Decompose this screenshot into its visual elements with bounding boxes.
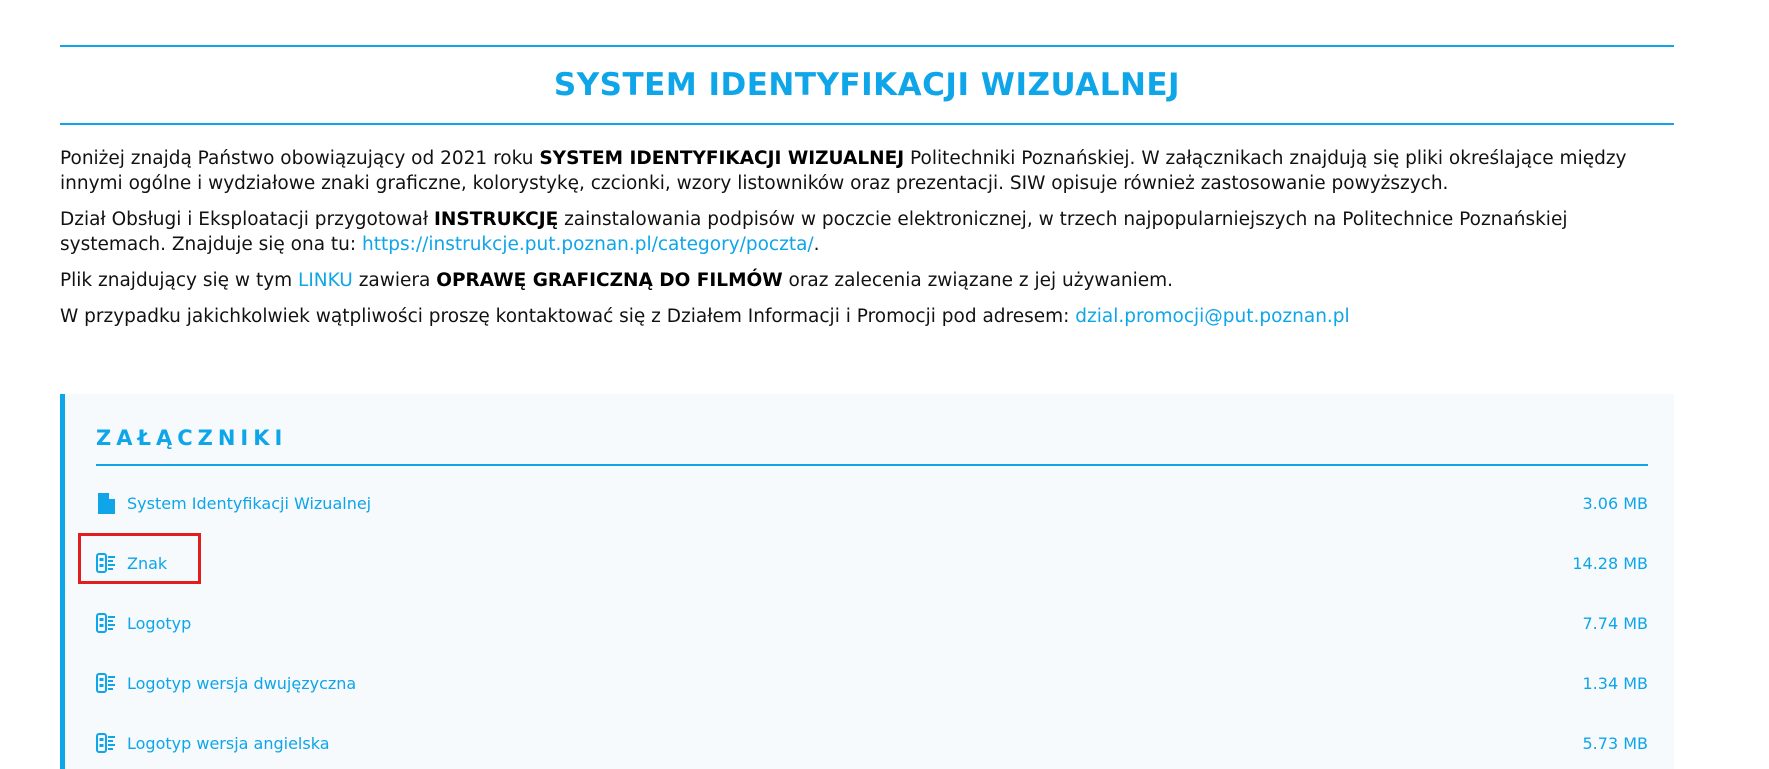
intro-p3-bold: OPRAWĘ GRAFICZNĄ DO FILMÓW xyxy=(436,270,783,291)
attachment-left: Logotyp xyxy=(96,612,191,634)
intro-p3-text-middle: zawiera xyxy=(352,270,437,291)
intro-p4-text: W przypadku jakichkolwiek wątpliwości pr… xyxy=(60,306,1076,327)
attachment-size: 1.34 MB xyxy=(1582,673,1649,693)
archive-icon xyxy=(96,732,116,754)
intro-paragraph-1: Poniżej znajdą Państwo obowiązujący od 2… xyxy=(60,146,1674,196)
attachments-divider xyxy=(96,464,1648,466)
page-title: SYSTEM IDENTYFIKACJI WIZUALNEJ xyxy=(553,67,1181,103)
attachment-link-logotyp-angielska[interactable]: Logotyp wersja angielska xyxy=(127,734,330,753)
attachment-row-logotyp-angielska[interactable]: Logotyp wersja angielska 5.73 MB xyxy=(96,728,1648,758)
intro-p2-text-end: . xyxy=(813,234,820,255)
file-icon xyxy=(96,492,116,514)
attachment-size: 14.28 MB xyxy=(1572,553,1648,573)
intro-p1-bold: SYSTEM IDENTYFIKACJI WIZUALNEJ xyxy=(539,148,905,169)
attachment-left: Logotyp wersja angielska xyxy=(96,732,330,754)
attachments-heading: ZAŁĄCZNIKI xyxy=(96,426,288,450)
instructions-link[interactable]: https://instrukcje.put.poznan.pl/categor… xyxy=(362,234,814,255)
attachment-row-znak[interactable]: Znak 14.28 MB xyxy=(96,548,1648,578)
intro-p1-text: Poniżej znajdą Państwo obowiązujący od 2… xyxy=(60,148,540,169)
intro-paragraph-2: Dział Obsługi i Eksploatacji przygotował… xyxy=(60,207,1674,257)
archive-icon xyxy=(96,672,116,694)
attachment-left: System Identyfikacji Wizualnej xyxy=(96,492,371,514)
attachment-size: 3.06 MB xyxy=(1582,493,1649,513)
intro-p2-text: Dział Obsługi i Eksploatacji przygotował xyxy=(60,209,435,230)
title-box: SYSTEM IDENTYFIKACJI WIZUALNEJ xyxy=(60,45,1674,125)
attachment-size: 7.74 MB xyxy=(1582,613,1649,633)
attachment-row-siw[interactable]: System Identyfikacji Wizualnej 3.06 MB xyxy=(96,488,1648,518)
archive-icon xyxy=(96,612,116,634)
attachment-left: Logotyp wersja dwujęzyczna xyxy=(96,672,356,694)
intro-paragraph-4: W przypadku jakichkolwiek wątpliwości pr… xyxy=(60,304,1674,329)
film-graphics-link[interactable]: LINKU xyxy=(298,270,353,291)
attachment-link-logotyp[interactable]: Logotyp xyxy=(127,614,191,633)
intro-p3-text: Plik znajdujący się w tym xyxy=(60,270,299,291)
attachments-panel: ZAŁĄCZNIKI System Identyfikacji Wizualne… xyxy=(60,394,1674,769)
intro-paragraph-3: Plik znajdujący się w tym LINKU zawiera … xyxy=(60,268,1674,293)
attachment-row-logotyp[interactable]: Logotyp 7.74 MB xyxy=(96,608,1648,638)
intro-p2-bold: INSTRUKCJĘ xyxy=(434,209,559,230)
archive-icon xyxy=(96,552,116,574)
attachment-size: 5.73 MB xyxy=(1582,733,1649,753)
attachment-link-znak[interactable]: Znak xyxy=(127,554,167,573)
attachment-row-logotyp-dwujezyczna[interactable]: Logotyp wersja dwujęzyczna 1.34 MB xyxy=(96,668,1648,698)
intro-text: Poniżej znajdą Państwo obowiązujący od 2… xyxy=(60,146,1674,340)
attachment-link-siw[interactable]: System Identyfikacji Wizualnej xyxy=(127,494,371,513)
attachment-link-logotyp-dwujezyczna[interactable]: Logotyp wersja dwujęzyczna xyxy=(127,674,356,693)
attachment-left: Znak xyxy=(96,552,167,574)
contact-email-link[interactable]: dzial.promocji@put.poznan.pl xyxy=(1075,306,1349,327)
intro-p3-text-end: oraz zalecenia związane z jej używaniem. xyxy=(782,270,1174,291)
